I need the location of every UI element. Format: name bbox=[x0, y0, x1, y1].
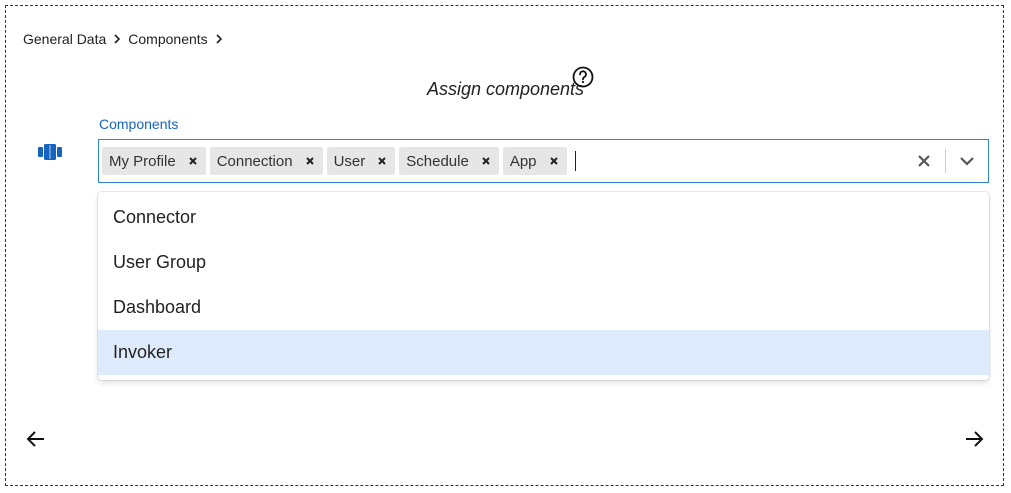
close-icon[interactable] bbox=[479, 154, 493, 168]
page-title: Assign components bbox=[426, 79, 585, 99]
chip-user: User bbox=[326, 147, 396, 175]
chevron-right-icon bbox=[112, 33, 122, 45]
chevron-right-icon bbox=[214, 33, 224, 45]
chip-label: App bbox=[509, 152, 537, 170]
breadcrumb-item-components[interactable]: Components bbox=[128, 31, 207, 47]
chip-connection: Connection bbox=[209, 147, 323, 175]
options-menu: Connector User Group Dashboard Invoker bbox=[98, 192, 989, 380]
title-row: Assign components bbox=[0, 66, 1011, 99]
chip-label: Connection bbox=[216, 152, 293, 170]
close-icon[interactable] bbox=[303, 154, 317, 168]
option-invoker[interactable]: Invoker bbox=[98, 330, 989, 375]
chip-my-profile: My Profile bbox=[102, 147, 206, 175]
text-cursor[interactable] bbox=[574, 151, 576, 171]
close-icon[interactable] bbox=[186, 154, 200, 168]
arrow-left-icon[interactable] bbox=[25, 428, 47, 450]
indicator-separator bbox=[945, 149, 946, 173]
component-stack-icon bbox=[38, 144, 62, 160]
question-circle-icon[interactable] bbox=[572, 66, 594, 88]
components-multiselect[interactable]: My Profile Connection User Schedule App bbox=[98, 139, 989, 183]
close-icon[interactable] bbox=[915, 152, 933, 170]
close-icon[interactable] bbox=[375, 154, 389, 168]
chevron-down-icon[interactable] bbox=[958, 152, 976, 170]
chip-schedule: Schedule bbox=[399, 147, 499, 175]
components-field-label: Components bbox=[99, 116, 179, 132]
option-user-group[interactable]: User Group bbox=[98, 240, 989, 285]
breadcrumb-item-general-data[interactable]: General Data bbox=[23, 31, 106, 47]
chip-label: Schedule bbox=[406, 152, 469, 170]
option-connector[interactable]: Connector bbox=[98, 195, 989, 240]
breadcrumb: General Data Components bbox=[23, 31, 224, 47]
chip-label: User bbox=[333, 152, 366, 170]
arrow-right-icon[interactable] bbox=[963, 428, 985, 450]
chip-app: App bbox=[502, 147, 567, 175]
chip-label: My Profile bbox=[109, 152, 176, 170]
close-icon[interactable] bbox=[547, 154, 561, 168]
option-dashboard[interactable]: Dashboard bbox=[98, 285, 989, 330]
